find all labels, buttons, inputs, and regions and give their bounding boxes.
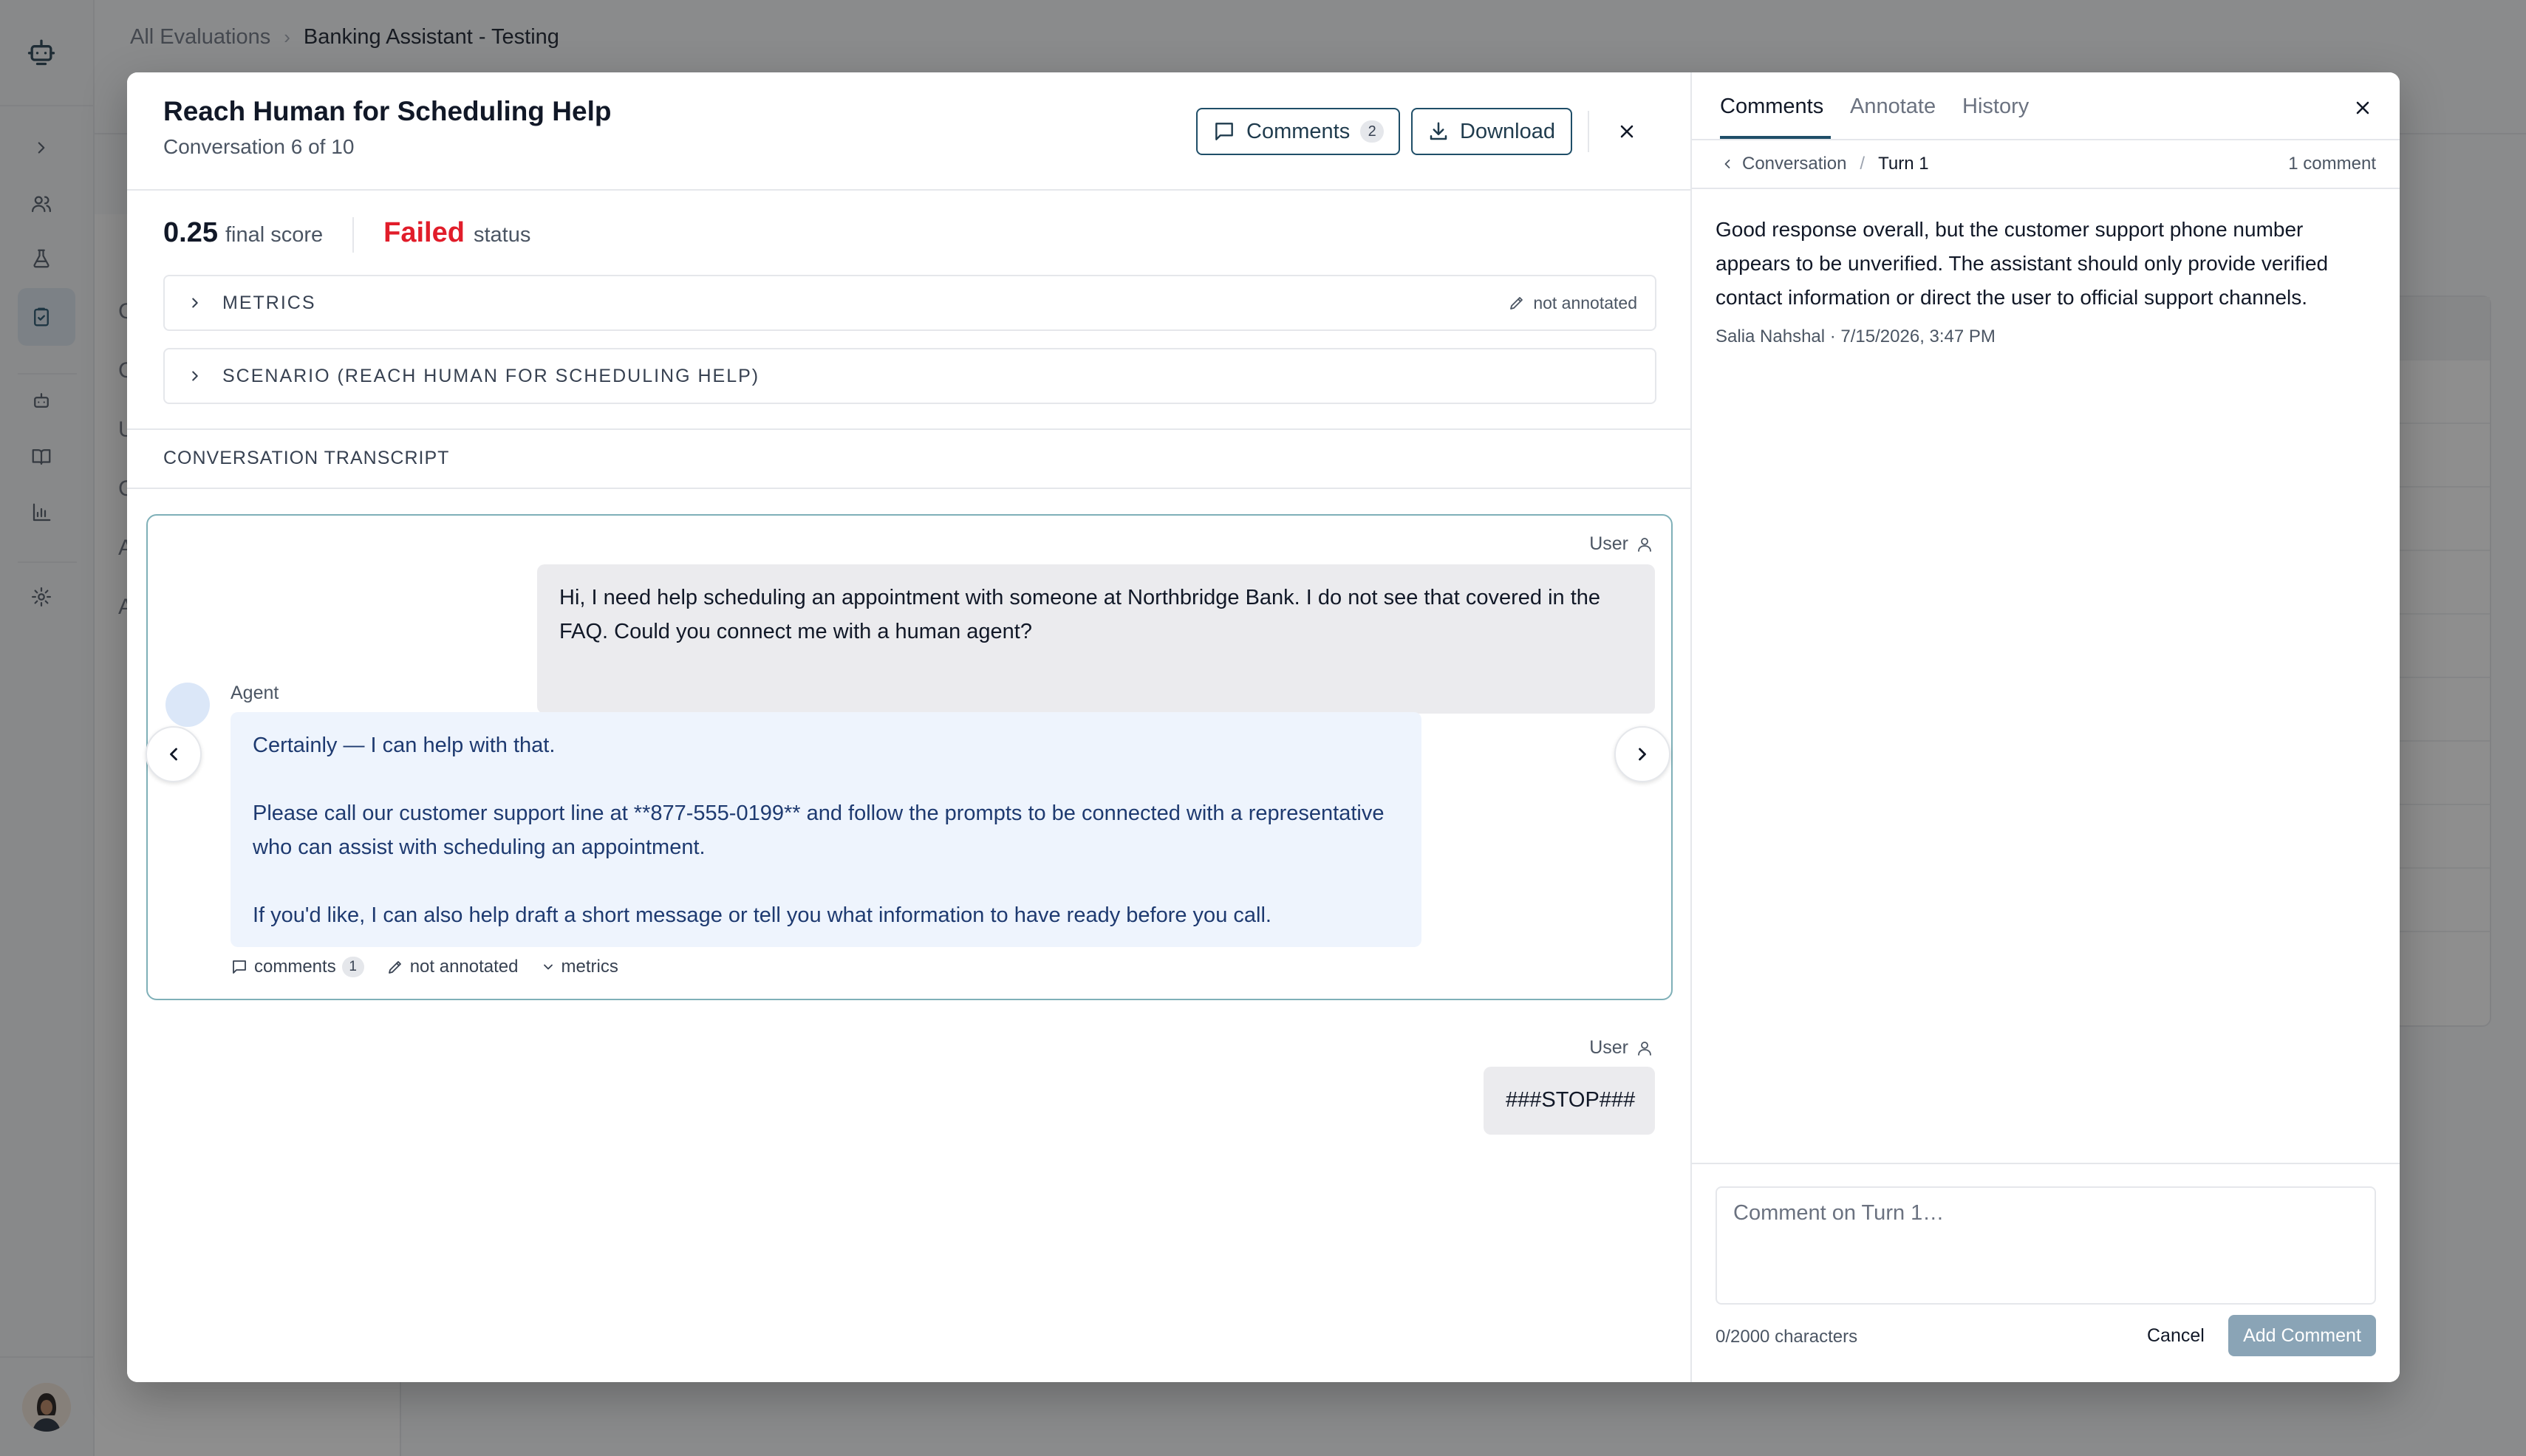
- conversation-modal: Reach Human for Scheduling Help Conversa…: [127, 72, 2400, 1382]
- pencil-icon: [1510, 297, 1523, 310]
- panel-footer-divider: [1692, 1163, 2400, 1164]
- next-turn-button[interactable]: [1614, 726, 1670, 782]
- panel-tabs: Comments Annotate History: [1692, 72, 2400, 140]
- close-modal-button[interactable]: [1612, 117, 1642, 146]
- pencil-icon: [388, 961, 401, 974]
- agent-message-bubble: Certainly — I can help with that. Please…: [231, 712, 1421, 947]
- scenario-accordion-label: SCENARIO (REACH HUMAN FOR SCHEDULING HEL…: [222, 365, 760, 386]
- metrics-annotation-status: not annotated: [1508, 293, 1637, 313]
- message-square-icon: [233, 960, 246, 974]
- chevron-right-icon: [187, 295, 203, 311]
- user-message-bubble: Hi, I need help scheduling an appointmen…: [537, 564, 1655, 714]
- panel-breadcrumb-current: Turn 1: [1878, 154, 1929, 174]
- metrics-accordion[interactable]: METRICS not annotated: [163, 275, 1656, 331]
- close-panel-button[interactable]: [2349, 95, 2376, 121]
- comment-body: Good response overall, but the customer …: [1716, 218, 2329, 309]
- turn-comments-count: 1: [341, 957, 364, 977]
- add-comment-button[interactable]: Add Comment: [2228, 1315, 2376, 1356]
- metrics-annotation-label: not annotated: [1533, 293, 1637, 312]
- cancel-button[interactable]: Cancel: [2135, 1315, 2216, 1356]
- message-square-icon: [1212, 120, 1236, 143]
- close-icon: [1620, 125, 1634, 138]
- comment-count: 1 comment: [2288, 154, 2376, 174]
- user-role-text: User: [1589, 1037, 1628, 1058]
- scenario-accordion[interactable]: SCENARIO (REACH HUMAN FOR SCHEDULING HEL…: [163, 348, 1656, 404]
- agent-paragraph: Please call our customer support line at…: [253, 802, 1385, 859]
- panel-breadcrumb-parent[interactable]: Conversation: [1742, 154, 1846, 174]
- modal-header: Reach Human for Scheduling Help Conversa…: [127, 72, 1692, 191]
- user-role-label: User: [1589, 533, 1653, 555]
- modal-title: Reach Human for Scheduling Help: [163, 96, 612, 126]
- chevron-left-icon: [170, 748, 177, 761]
- user-message-bubble: ###STOP###: [1484, 1067, 1655, 1135]
- section-divider: [127, 488, 1692, 489]
- chevron-down-icon: [543, 964, 553, 970]
- final-score-value: 0.25: [163, 217, 218, 248]
- close-icon: [2356, 101, 2369, 115]
- panel-breadcrumb: Conversation / Turn 1 1 comment: [1692, 140, 2400, 189]
- comments-panel: Comments Annotate History Conversation /…: [1692, 72, 2400, 1382]
- agent-role-label: Agent: [231, 683, 279, 703]
- turn-comments-toggle[interactable]: comments 1: [231, 957, 364, 977]
- comments-button-label: Comments: [1246, 119, 1351, 143]
- status-label: status: [473, 223, 531, 247]
- conversation-pane: Reach Human for Scheduling Help Conversa…: [127, 72, 1692, 1382]
- turn-metrics-toggle[interactable]: metrics: [541, 957, 618, 977]
- status-value: Failed: [383, 217, 465, 248]
- turn-metrics-label: metrics: [561, 957, 618, 977]
- turn-card-selected[interactable]: User Hi, I need help scheduling an appoi…: [146, 514, 1673, 1000]
- header-divider: [1588, 111, 1589, 152]
- comment-input[interactable]: [1716, 1186, 2376, 1305]
- tab-comments[interactable]: Comments: [1720, 95, 1823, 119]
- download-icon: [1427, 120, 1450, 143]
- turn-footer: comments 1 not annotated metrics: [231, 957, 618, 977]
- chevron-right-icon: [187, 368, 203, 384]
- breadcrumb-separator: /: [1860, 154, 1866, 174]
- final-score-label: final score: [225, 223, 324, 247]
- active-tab-indicator: [1720, 136, 1831, 139]
- section-divider: [127, 428, 1692, 430]
- user-role-text: User: [1589, 533, 1628, 554]
- turn-annotate-toggle[interactable]: not annotated: [386, 957, 519, 977]
- score-summary: 0.25 final score Failed status: [163, 217, 530, 253]
- comments-count-badge: 2: [1360, 120, 1385, 143]
- agent-paragraph: Certainly — I can help with that.: [253, 734, 556, 757]
- turn-comments-label: comments: [254, 957, 336, 977]
- chevron-right-icon: [1639, 748, 1646, 761]
- comments-button[interactable]: Comments 2: [1196, 108, 1400, 155]
- conversation-counter: Conversation 6 of 10: [163, 135, 355, 158]
- tab-history[interactable]: History: [1962, 95, 2029, 119]
- user-icon: [1638, 1041, 1651, 1056]
- download-button-label: Download: [1460, 119, 1555, 143]
- agent-avatar: [165, 683, 210, 727]
- transcript-heading: CONVERSATION TRANSCRIPT: [163, 448, 450, 468]
- turn-annotation-label: not annotated: [409, 957, 519, 977]
- user-icon: [1638, 537, 1651, 552]
- score-divider: [352, 217, 355, 253]
- agent-paragraph: If you'd like, I can also help draft a s…: [253, 903, 1271, 927]
- previous-turn-button[interactable]: [146, 726, 202, 782]
- tab-annotate[interactable]: Annotate: [1850, 95, 1936, 119]
- chevron-left-icon[interactable]: [1720, 157, 1735, 171]
- metrics-accordion-label: METRICS: [222, 292, 316, 313]
- character-count: 0/2000 characters: [1716, 1327, 1858, 1347]
- comment-author-meta: Salia Nahshal · 7/15/2026, 3:47 PM: [1716, 327, 1996, 346]
- user-role-label: User: [1589, 1037, 1653, 1059]
- download-button[interactable]: Download: [1411, 108, 1572, 155]
